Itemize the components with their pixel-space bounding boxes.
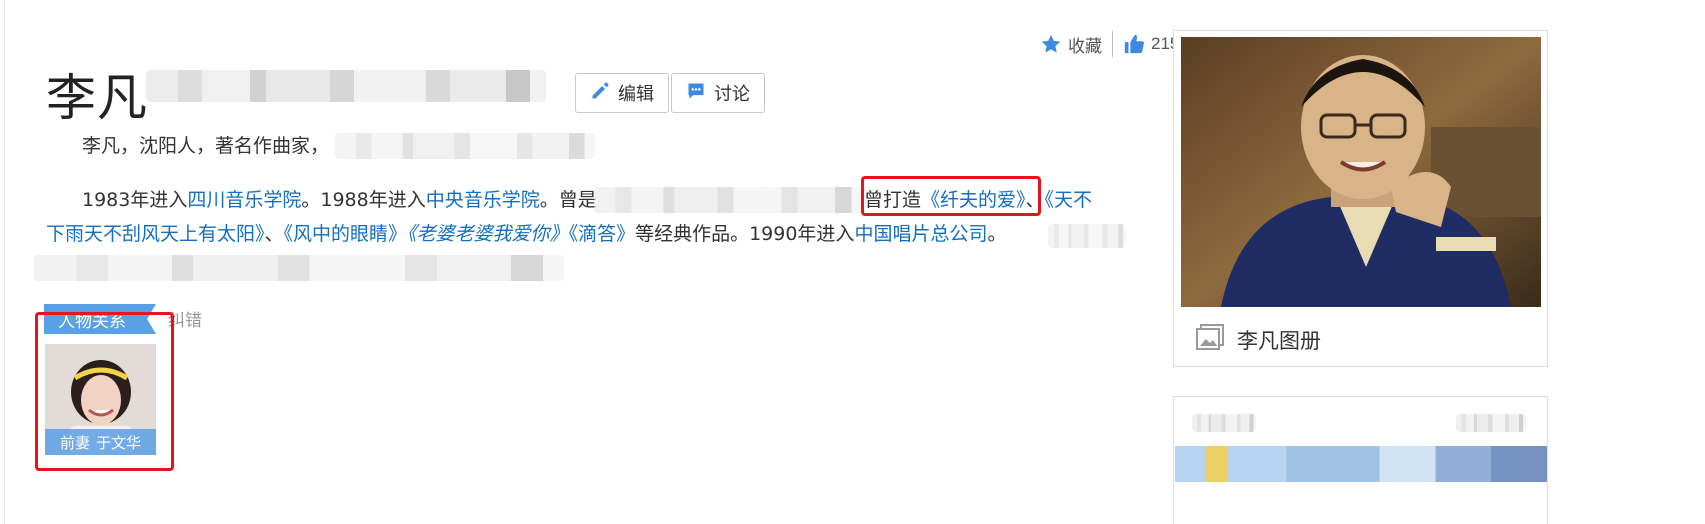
link-central-conservatory[interactable]: 中央音乐学院 — [426, 189, 540, 211]
discuss-label: 讨论 — [714, 84, 750, 105]
text-segment: 曾打造 — [864, 189, 922, 211]
relation-caption: 前妻 于文华 — [45, 429, 156, 455]
edit-label: 编辑 — [618, 84, 654, 105]
summary-text: 李凡，沈阳人，著名作曲家， — [82, 135, 330, 157]
redacted-subtitle — [146, 70, 546, 102]
pencil-icon — [590, 81, 610, 106]
relation-card-yu-wenhua[interactable]: 前妻 于文华 — [45, 344, 156, 455]
favorite-label: 收藏 — [1068, 36, 1102, 57]
career-paragraph-line1: 1983年进入四川音乐学院。1988年进入中央音乐学院。曾是 — [82, 182, 597, 218]
text-segment: 等经典作品。1990年进入 — [635, 223, 855, 245]
redacted-text — [1456, 414, 1526, 432]
text-segment: 、 — [264, 223, 284, 245]
album-label: 李凡图册 — [1237, 328, 1321, 353]
text-segment: 。 — [987, 223, 1007, 245]
link-china-record-corp[interactable]: 中国唱片总公司 — [854, 223, 987, 245]
link-song-qianfu-de-ai[interactable]: 《纤夫的爱》 — [921, 189, 1026, 211]
link-sichuan-conservatory[interactable]: 四川音乐学院 — [187, 189, 301, 211]
redacted-banner — [1175, 446, 1547, 482]
relation-role: 前妻 — [59, 433, 90, 452]
redacted-text — [34, 255, 564, 281]
text-segment: 1983年进入 — [82, 189, 188, 211]
summary-paragraph: 李凡，沈阳人，著名作曲家， — [82, 128, 329, 164]
thumbs-up-icon — [1123, 33, 1145, 55]
left-border — [4, 0, 5, 524]
text-segment: 。曾是 — [539, 189, 597, 211]
text-segment: 。1988年进入 — [301, 189, 426, 211]
report-error-link[interactable]: 纠错 — [168, 306, 202, 331]
portrait-image — [1181, 37, 1541, 307]
star-icon — [1040, 33, 1062, 55]
relations-tag: 人物关系 — [44, 304, 156, 334]
link-song-tianbu-xiayu-a[interactable]: 《天不 — [1045, 189, 1093, 211]
link-song-tianbu-xiayu-b[interactable]: 下雨天不刮风天上有太阳》 — [46, 223, 265, 245]
profile-photo[interactable] — [1181, 37, 1541, 307]
redacted-text — [1192, 414, 1256, 432]
text-segment: 、 — [1025, 189, 1045, 211]
career-paragraph-line1b: 曾打造《纤夫的爱》、《天不 — [864, 182, 1092, 218]
career-paragraph-line2: 下雨天不刮风天上有太阳》、《风中的眼睛》《老婆老婆我爱你》《滴答》等经典作品。1… — [46, 216, 1006, 252]
redacted-text — [594, 187, 862, 213]
favorite-button[interactable]: 收藏 — [1030, 32, 1112, 57]
gallery-icon — [1195, 322, 1225, 357]
page-title: 李凡 — [46, 69, 148, 127]
discuss-button[interactable]: 讨论 — [671, 73, 765, 113]
link-song-dida[interactable]: 《滴答》 — [569, 223, 636, 245]
album-link[interactable]: 李凡图册 — [1195, 322, 1321, 357]
redacted-text — [1048, 224, 1126, 248]
chat-icon — [686, 81, 706, 106]
relation-person-name: 于文华 — [96, 433, 142, 452]
edit-button[interactable]: 编辑 — [575, 73, 669, 113]
link-song-laopo-woaini[interactable]: 《老婆老婆我爱你》 — [407, 223, 569, 245]
redacted-text — [335, 133, 595, 159]
link-song-fengzhong-de-yanjing[interactable]: 《风中的眼睛》 — [284, 223, 408, 245]
